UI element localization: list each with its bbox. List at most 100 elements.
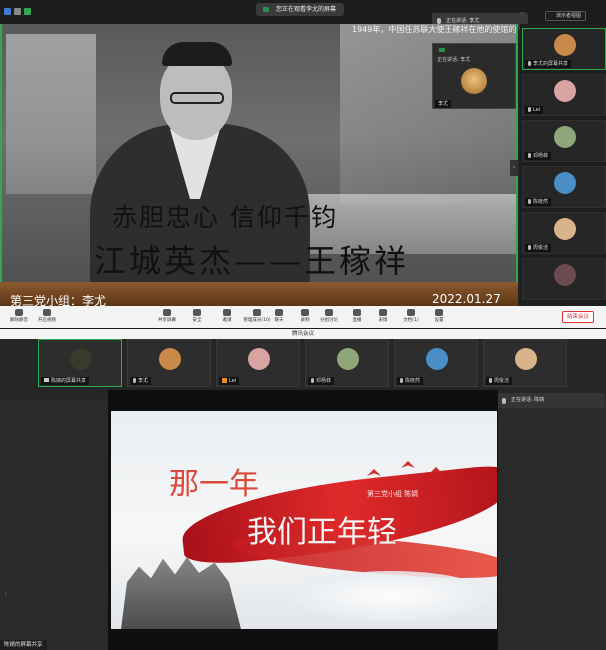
mic-icon xyxy=(528,107,531,112)
mic-icon xyxy=(502,398,506,404)
participant-tile[interactable]: 周俊洁 xyxy=(522,212,606,254)
toolbar-button-invite[interactable]: 邀请 xyxy=(210,308,244,326)
slide-caption: 1949年，中国任苏联大使王稼祥在他的使馆的办公 xyxy=(352,25,518,34)
document-icon xyxy=(407,309,415,316)
slide-title-line1: 那一年 xyxy=(169,467,259,502)
avatar xyxy=(159,348,181,370)
participant-name: 邓杨菲 xyxy=(308,377,335,385)
toolbar-button-gear[interactable]: 设置 xyxy=(422,308,456,326)
participant-tile[interactable] xyxy=(522,258,606,300)
slide-title-line2: 我们正年轻 xyxy=(247,515,397,550)
avatar xyxy=(554,264,576,286)
mic-icon xyxy=(528,61,531,66)
participant-name: 李尤 xyxy=(435,100,452,108)
mic-icon xyxy=(15,309,23,316)
camera-icon xyxy=(44,378,49,382)
mic-icon xyxy=(400,378,403,383)
meeting-window-bottom: 腾讯会议 陈婧的屏幕共享 李尤 Lei 邓杨菲 陈晓然 周俊洁 正在讲话: 陈婧 那一年 … xyxy=(0,329,606,650)
participant-name: 周俊洁 xyxy=(525,244,552,252)
participant-tile[interactable]: 邓杨菲 xyxy=(522,120,606,162)
photo-glasses xyxy=(170,92,224,104)
photo-person-cap xyxy=(162,42,232,66)
participant-sidebar: 李尤的屏幕共享 Lei 邓杨菲陈晓然周俊洁 xyxy=(520,24,606,306)
mic-icon xyxy=(528,153,531,158)
mic-icon xyxy=(489,378,492,383)
floating-video-window[interactable]: 正在讲话: 李尤 李尤 xyxy=(432,43,516,109)
shield-icon xyxy=(193,309,201,316)
members-icon xyxy=(253,309,261,316)
share-border-left xyxy=(0,24,2,306)
participant-tile[interactable]: 陈婧的屏幕共享 xyxy=(38,339,122,387)
app-title: 腾讯会议 xyxy=(0,329,606,339)
screen-share-icon xyxy=(263,7,269,12)
participant-tile[interactable]: Lei xyxy=(216,339,300,387)
sharing-status-pill[interactable]: 您正在观看李尤的屏幕 xyxy=(256,3,345,16)
participant-tile[interactable]: 李尤 xyxy=(127,339,211,387)
speaking-indicator: 正在讲话: 陈婧 xyxy=(497,393,605,408)
participant-name: 邓杨菲 xyxy=(525,152,552,160)
participant-tile[interactable]: 陈晓然 xyxy=(522,166,606,208)
presenter-view-button[interactable]: 演示者视图 xyxy=(545,11,587,21)
participant-name: 周俊洁 xyxy=(486,377,513,385)
shared-slide: 那一年 我们正年轻 第三党小组 陈婧 xyxy=(111,411,497,629)
slide-footer-date: 2022.01.27 xyxy=(432,292,501,306)
avatar xyxy=(248,348,270,370)
invite-icon xyxy=(223,309,231,316)
camera-icon xyxy=(439,48,445,52)
meeting-toolbar: 结束会议 解除静音 开启视频 共享屏幕 安全 邀请 管理成员(10) 聊天 录制 分组讨论 直播表… xyxy=(0,306,606,328)
participant-name: 李尤 xyxy=(130,377,152,385)
participant-name: 陈晓然 xyxy=(525,198,552,206)
participant-tile[interactable]: 陈晓然 xyxy=(394,339,478,387)
toolbar-button-shield[interactable]: 安全 xyxy=(180,308,214,326)
avatar xyxy=(337,348,359,370)
live-icon xyxy=(353,309,361,316)
share-tag: 陈婧的屏幕共享 xyxy=(0,640,47,650)
participant-name: 李尤的屏幕共享 xyxy=(525,60,572,68)
participant-name: Lei xyxy=(525,106,544,114)
participant-tile[interactable]: 邓杨菲 xyxy=(305,339,389,387)
slide-headline-2: 江城英杰——王稼祥 xyxy=(94,242,410,280)
toolbar-button-share-screen[interactable]: 共享屏幕 xyxy=(150,308,184,326)
slide-subtitle: 第三党小组 陈婧 xyxy=(367,490,419,498)
avatar xyxy=(461,68,487,94)
share-screen-icon xyxy=(163,309,171,316)
mic-icon xyxy=(133,378,136,383)
photo-window-left xyxy=(6,34,96,194)
chat-icon xyxy=(275,309,283,316)
dove-icon xyxy=(401,461,415,468)
end-meeting-button[interactable]: 结束会议 xyxy=(562,311,595,323)
camera-icon xyxy=(43,309,51,316)
toolbar-button-camera[interactable]: 开启视频 xyxy=(30,308,64,326)
emoji-icon xyxy=(379,309,387,316)
mic-icon xyxy=(311,378,314,383)
participant-tile[interactable]: 李尤的屏幕共享 xyxy=(522,28,606,70)
mic-icon xyxy=(528,245,531,250)
avatar xyxy=(554,34,576,56)
avatar xyxy=(554,80,576,102)
slide-headline-1: 赤胆忠心 信仰千钧 xyxy=(112,203,338,232)
avatar xyxy=(426,348,448,370)
host-badge-icon xyxy=(222,378,227,383)
avatar xyxy=(70,348,92,370)
breakout-icon xyxy=(325,309,333,316)
avatar xyxy=(515,348,537,370)
dove-icon xyxy=(367,469,381,476)
participant-tile[interactable]: Lei xyxy=(522,74,606,116)
record-icon xyxy=(301,309,309,316)
participant-name: Lei xyxy=(219,377,240,385)
participant-name: 陈晓然 xyxy=(397,377,424,385)
participant-name: 陈婧的屏幕共享 xyxy=(41,377,90,385)
collapse-arrow-icon[interactable]: › xyxy=(510,160,518,176)
avatar xyxy=(554,172,576,194)
signal-icon[interactable] xyxy=(24,8,31,15)
info-icon[interactable] xyxy=(14,8,21,15)
meeting-window-top: 您正在观看李尤的屏幕 ▦ 演示者视图 正在讲话: 李尤 1949年，中国任苏联大… xyxy=(0,0,606,328)
avatar xyxy=(554,126,576,148)
participant-tile[interactable]: 周俊洁 xyxy=(483,339,567,387)
mic-icon xyxy=(528,199,531,204)
cloud xyxy=(291,571,491,621)
gear-icon xyxy=(435,309,443,316)
avatar xyxy=(554,218,576,240)
shield-icon[interactable] xyxy=(4,8,11,15)
more-icon[interactable]: ⋮ xyxy=(3,591,9,598)
